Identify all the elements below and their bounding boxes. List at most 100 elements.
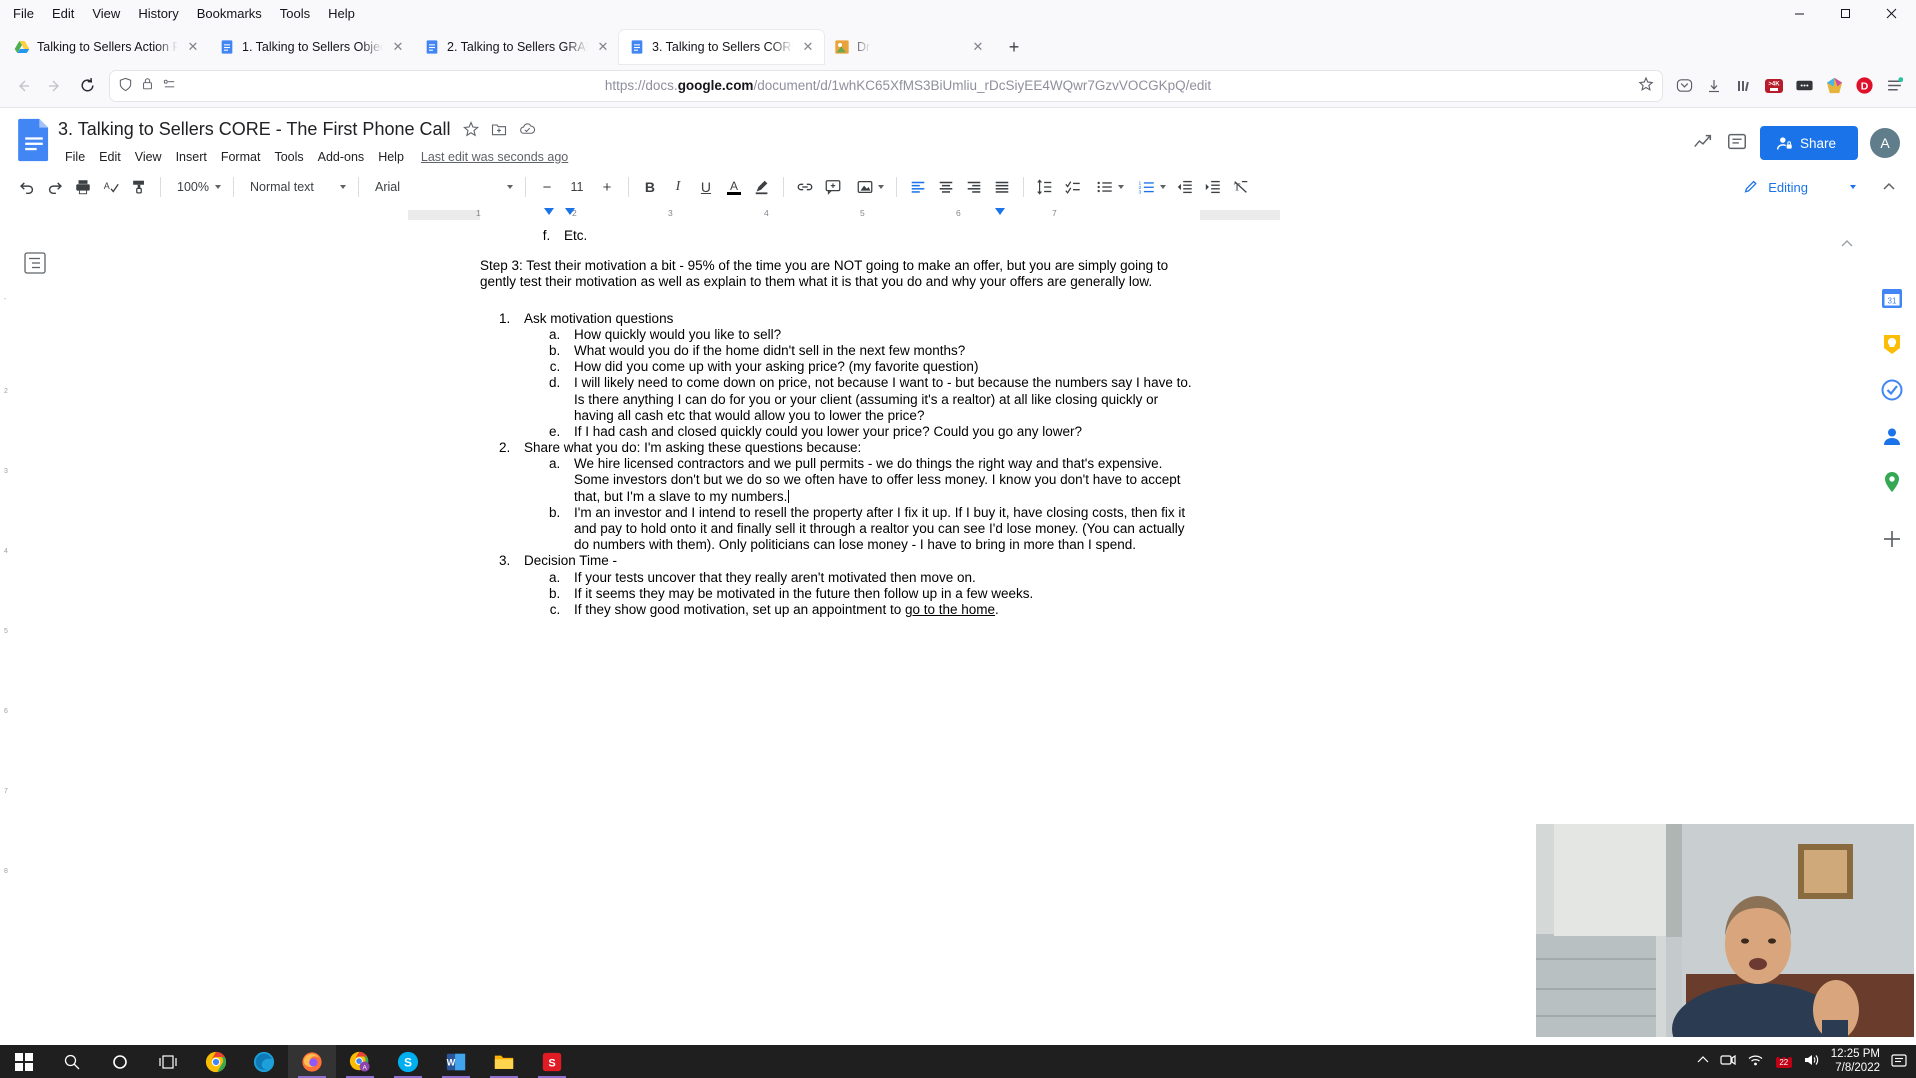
browser-menu-bookmarks[interactable]: Bookmarks <box>188 3 271 24</box>
insert-image-button[interactable] <box>848 174 888 200</box>
google-maps-icon[interactable] <box>1880 470 1904 494</box>
scroll-up-arrow[interactable] <box>1840 238 1854 252</box>
shield-icon[interactable] <box>118 77 134 95</box>
share-button[interactable]: Share <box>1759 126 1858 160</box>
list-item[interactable]: If your tests uncover that they really a… <box>564 570 1200 586</box>
lock-icon[interactable] <box>141 77 155 94</box>
browser-menu-history[interactable]: History <box>129 3 187 24</box>
task-view-icon[interactable] <box>144 1045 192 1078</box>
main-numbered-list[interactable]: Ask motivation questions How quickly wou… <box>514 311 1200 619</box>
browser-tab-1[interactable]: 1. Talking to Sellers Objectives ✕ <box>209 30 414 64</box>
downloads-icon[interactable] <box>1700 72 1728 100</box>
browser-menu-view[interactable]: View <box>83 3 129 24</box>
checklist-button[interactable] <box>1060 174 1086 200</box>
bookmark-star-icon[interactable] <box>1638 76 1654 95</box>
docs-menu-addons[interactable]: Add-ons <box>311 147 372 167</box>
screen-recorder-icon[interactable] <box>1720 1053 1736 1070</box>
increase-indent-button[interactable] <box>1200 174 1226 200</box>
list-item[interactable]: What would you do if the home didn't sel… <box>564 343 1200 359</box>
numbered-list-button[interactable]: 123 <box>1130 174 1170 200</box>
close-icon[interactable]: ✕ <box>390 39 406 55</box>
docs-menu-insert[interactable]: Insert <box>169 147 214 167</box>
italic-button[interactable]: I <box>665 174 691 200</box>
start-icon[interactable] <box>0 1045 48 1078</box>
show-outline-button[interactable] <box>24 252 48 276</box>
section-3[interactable]: Decision Time - If your tests uncover th… <box>514 553 1200 618</box>
avatar[interactable]: A <box>1870 128 1900 158</box>
chrome-profile-icon[interactable]: A <box>336 1045 384 1078</box>
docs-menu-file[interactable]: File <box>58 147 92 167</box>
decrease-indent-button[interactable] <box>1172 174 1198 200</box>
list-item[interactable]: We hire licensed contractors and we pull… <box>564 456 1200 505</box>
bold-button[interactable]: B <box>637 174 663 200</box>
align-left-button[interactable] <box>905 174 931 200</box>
cloud-saved-icon[interactable] <box>519 121 535 137</box>
add-comment-icon[interactable] <box>820 174 846 200</box>
align-center-button[interactable] <box>933 174 959 200</box>
align-right-button[interactable] <box>961 174 987 200</box>
skype-icon[interactable]: S <box>384 1045 432 1078</box>
grammarly-extension-icon[interactable] <box>1820 72 1848 100</box>
underline-button[interactable]: U <box>693 174 719 200</box>
docs-menu-format[interactable]: Format <box>214 147 268 167</box>
increase-font-size-button[interactable]: + <box>594 174 620 200</box>
file-explorer-icon[interactable] <box>480 1045 528 1078</box>
window-minimize-button[interactable] <box>1776 0 1822 26</box>
browser-tab-4[interactable]: Drawing tool ✕ <box>824 30 994 64</box>
document-ruler[interactable]: 1 2 3 4 5 6 7 <box>0 206 1916 222</box>
document-title[interactable]: 3. Talking to Sellers CORE - The First P… <box>58 119 451 140</box>
library-icon[interactable] <box>1730 72 1758 100</box>
close-icon[interactable]: ✕ <box>800 39 816 55</box>
ruler-bar[interactable]: 1 2 3 4 5 6 7 <box>408 208 1280 220</box>
editing-mode-button[interactable]: Editing <box>1737 179 1862 196</box>
show-hidden-icons-icon[interactable] <box>1697 1055 1709 1068</box>
list-item[interactable]: How quickly would you like to sell? <box>564 327 1200 343</box>
back-button[interactable] <box>8 71 38 101</box>
webcam-video-overlay[interactable] <box>1536 824 1914 1037</box>
edge-icon[interactable] <box>240 1045 288 1078</box>
new-tab-button[interactable]: + <box>1000 33 1028 61</box>
google-calendar-icon[interactable]: 31 <box>1880 286 1904 310</box>
docs-logo-icon[interactable] <box>16 118 52 162</box>
step-paragraph[interactable]: Step 3: Test their motivation a bit - 95… <box>480 258 1200 290</box>
app-menu-icon[interactable] <box>1880 72 1908 100</box>
close-icon[interactable]: ✕ <box>970 39 986 55</box>
indent-marker-tab[interactable] <box>995 208 1005 215</box>
action-center-icon[interactable] <box>1891 1053 1908 1071</box>
chrome-icon[interactable] <box>192 1045 240 1078</box>
browser-menu-edit[interactable]: Edit <box>43 3 83 24</box>
close-icon[interactable]: ✕ <box>595 39 611 55</box>
permissions-icon[interactable] <box>162 77 178 95</box>
section-2-sublist[interactable]: We hire licensed contractors and we pull… <box>564 456 1200 553</box>
browser-menu-help[interactable]: Help <box>319 3 364 24</box>
add-ons-plus-icon[interactable] <box>1881 528 1903 556</box>
indent-marker-first-line[interactable] <box>544 208 554 215</box>
list-item[interactable]: If it seems they may be motivated in the… <box>564 586 1200 602</box>
print-icon[interactable] <box>70 174 96 200</box>
forward-button[interactable] <box>40 71 70 101</box>
google-keep-icon[interactable] <box>1880 332 1904 356</box>
section-2[interactable]: Share what you do: I'm asking these ques… <box>514 440 1200 553</box>
docs-menu-view[interactable]: View <box>128 147 169 167</box>
browser-tab-3-active[interactable]: 3. Talking to Sellers CORE - The ✕ <box>619 30 824 64</box>
comment-history-icon[interactable] <box>1726 131 1748 156</box>
list-item[interactable]: How did you come up with your asking pri… <box>564 359 1200 375</box>
star-icon[interactable] <box>462 121 479 137</box>
move-to-folder-icon[interactable] <box>491 121 507 137</box>
line-spacing-button[interactable] <box>1032 174 1058 200</box>
docs-menu-tools[interactable]: Tools <box>267 147 310 167</box>
font-size-input[interactable]: 11 <box>562 174 592 200</box>
clock[interactable]: 12:25 PM 7/8/2022 <box>1831 1048 1880 1075</box>
list-item[interactable]: I will likely need to come down on price… <box>564 375 1200 424</box>
document-text[interactable]: Etc. Step 3: Test their motivation a bit… <box>480 228 1200 618</box>
redo-icon[interactable] <box>42 174 68 200</box>
insert-link-icon[interactable] <box>792 174 818 200</box>
zoom-select[interactable]: 100% <box>169 174 225 200</box>
text-color-button[interactable]: A <box>721 174 747 200</box>
google-contacts-icon[interactable] <box>1880 424 1904 448</box>
document-page[interactable]: Etc. Step 3: Test their motivation a bit… <box>480 228 1200 618</box>
window-close-button[interactable] <box>1868 0 1914 26</box>
url-text[interactable]: https://docs.google.com/document/d/1whKC… <box>185 78 1631 93</box>
last-edit-status[interactable]: Last edit was seconds ago <box>421 150 568 164</box>
undo-icon[interactable] <box>14 174 40 200</box>
